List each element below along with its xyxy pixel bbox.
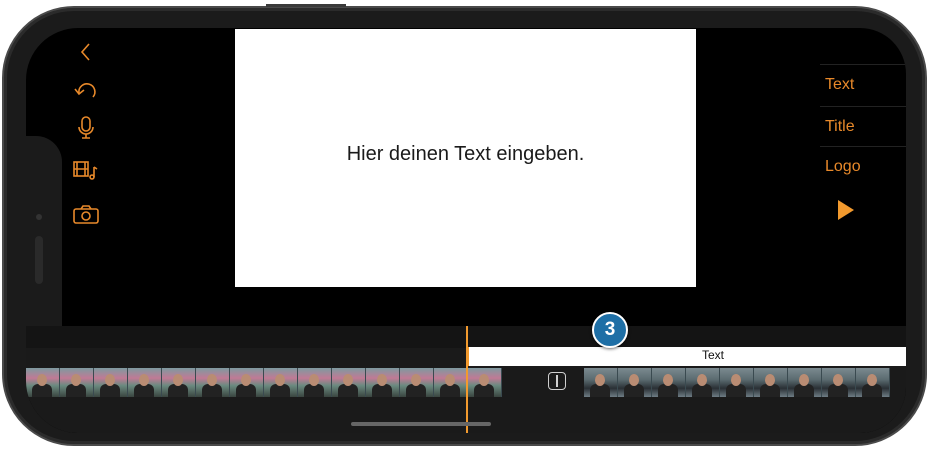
undo-button[interactable] <box>66 74 106 106</box>
camera-lens <box>36 214 42 220</box>
app-screen: Hier deinen Text eingeben. Text Title Lo… <box>26 28 906 433</box>
speaker-slot <box>35 236 43 284</box>
callout-badge: 3 <box>592 312 628 348</box>
home-indicator <box>351 422 491 426</box>
text-track-label: Text <box>702 348 725 362</box>
text-track[interactable]: Text <box>467 347 906 366</box>
voiceover-button[interactable] <box>66 112 106 144</box>
video-clip-2[interactable] <box>584 368 906 397</box>
camera-button[interactable] <box>66 198 106 230</box>
video-preview[interactable]: Hier deinen Text eingeben. <box>235 29 696 287</box>
film-music-icon <box>73 161 98 180</box>
undo-icon <box>74 83 96 98</box>
menu-item-logo[interactable]: Logo <box>820 146 906 186</box>
menu-item-text[interactable]: Text <box>820 64 906 104</box>
timeline[interactable]: Text <box>26 326 906 433</box>
camera-icon <box>73 205 99 224</box>
media-button[interactable] <box>66 154 106 186</box>
preview-text[interactable]: Hier deinen Text eingeben. <box>347 143 585 166</box>
back-chevron-icon <box>80 43 90 61</box>
video-clip-1[interactable] <box>26 368 534 397</box>
back-button[interactable] <box>66 36 106 68</box>
phone-top-button <box>266 4 346 7</box>
menu-item-title[interactable]: Title <box>820 106 906 146</box>
playhead[interactable] <box>466 326 468 433</box>
transition-icon[interactable] <box>548 372 566 390</box>
phone-notch <box>26 136 62 354</box>
microphone-icon <box>78 116 94 139</box>
play-icon[interactable] <box>838 200 854 220</box>
